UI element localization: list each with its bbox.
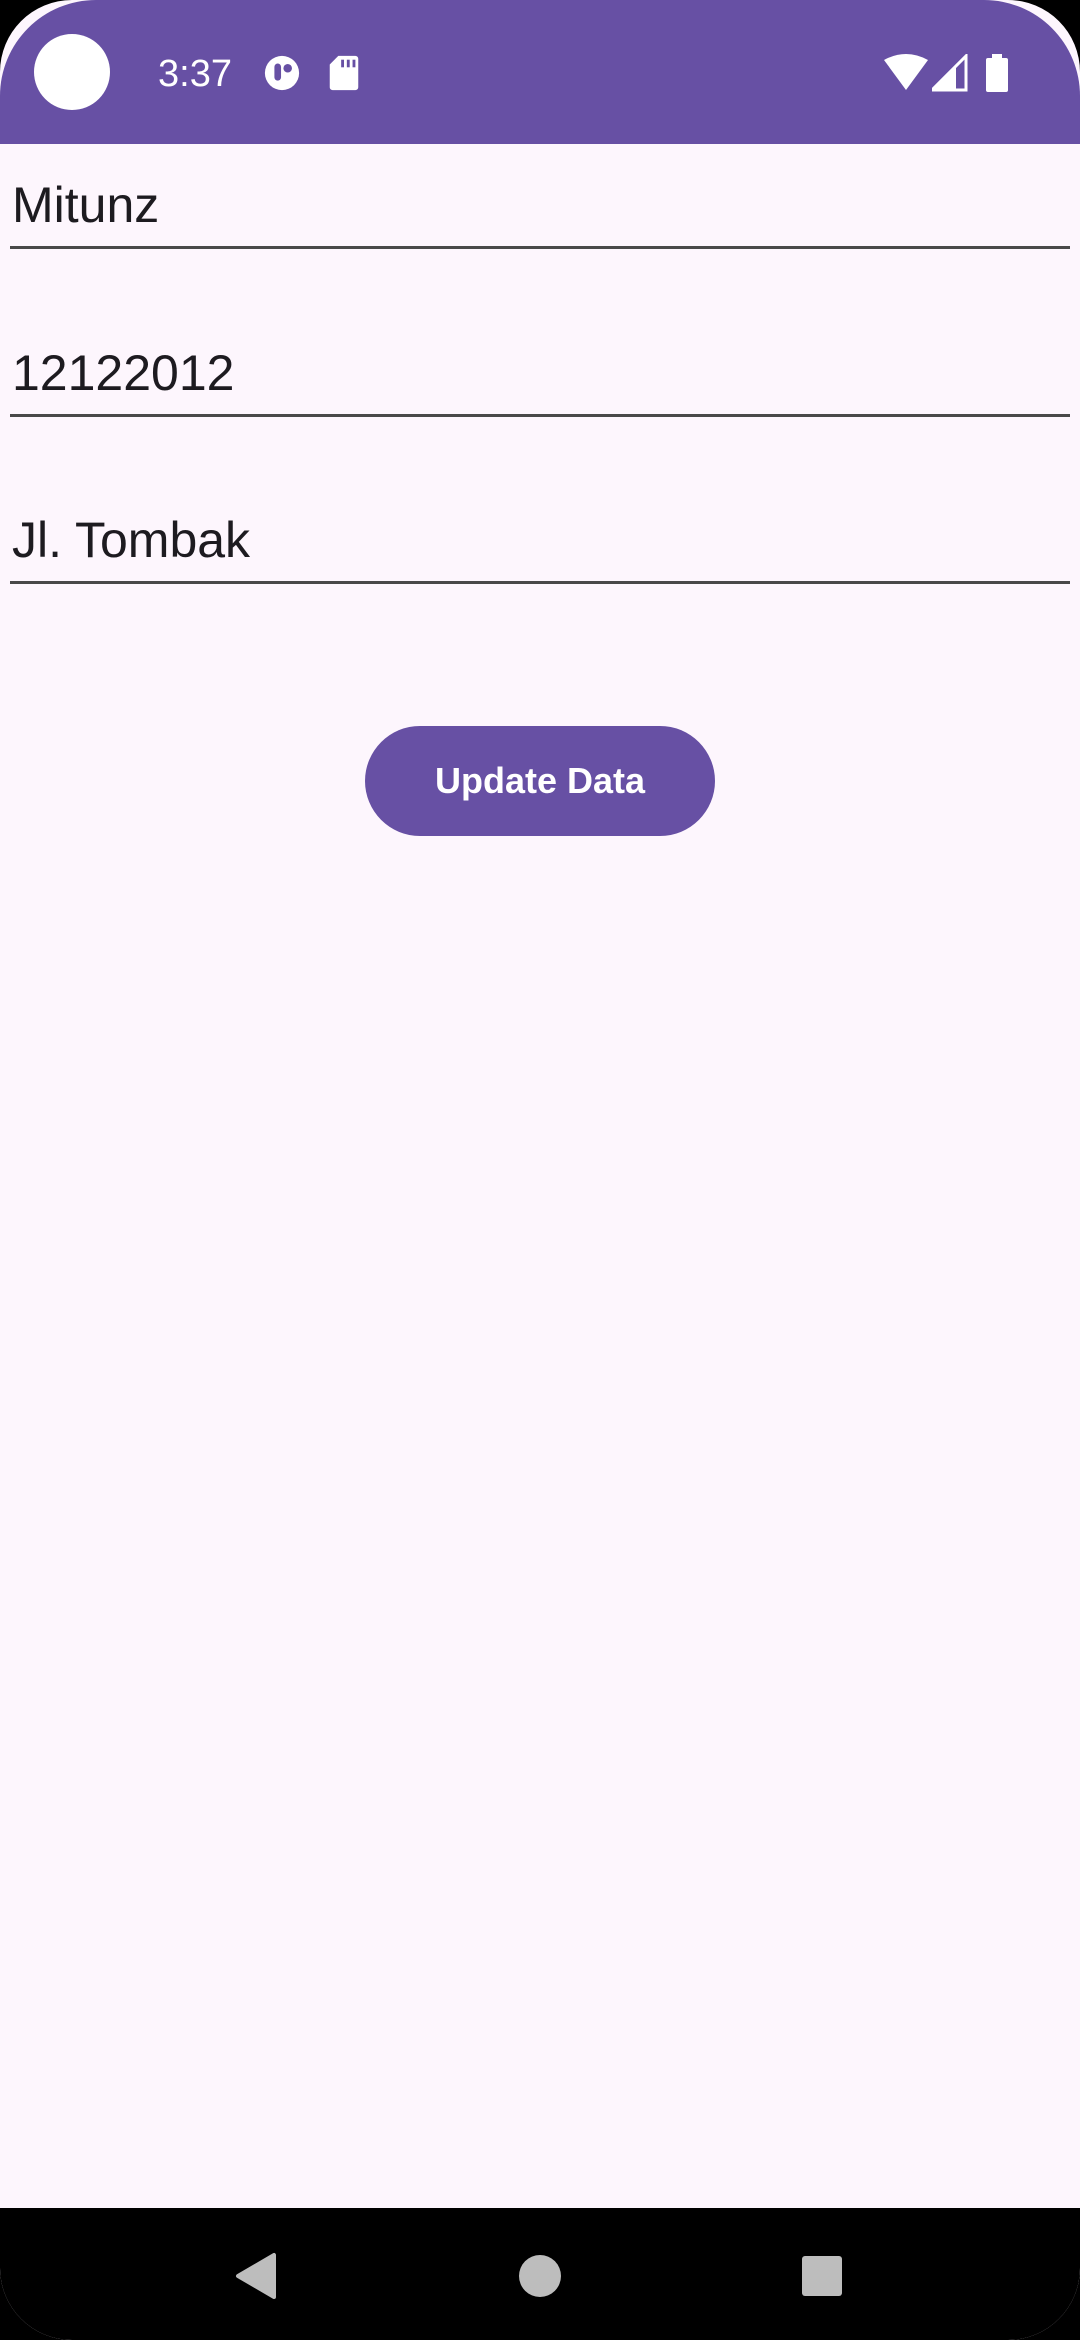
name-field <box>10 146 1070 249</box>
status-time: 3:37 <box>158 53 232 95</box>
signal-icon <box>932 54 968 92</box>
app-notification-icon <box>264 55 300 91</box>
status-bar: 3:37 <box>0 0 1080 144</box>
address-field <box>10 481 1070 584</box>
name-input[interactable] <box>12 172 1052 238</box>
home-button[interactable] <box>512 2248 568 2304</box>
app-screen: 3:37 Update Data <box>0 0 1080 2340</box>
number-field <box>10 314 1070 417</box>
number-input[interactable] <box>12 340 1052 406</box>
battery-icon <box>986 54 1008 92</box>
sd-card-icon <box>329 55 359 91</box>
camera-cutout <box>34 34 110 110</box>
update-data-button[interactable]: Update Data <box>365 726 715 836</box>
back-icon <box>236 2253 276 2299</box>
recents-icon <box>802 2256 842 2296</box>
wifi-icon <box>884 54 928 90</box>
home-icon <box>519 2255 561 2297</box>
back-button[interactable] <box>228 2248 284 2304</box>
recents-button[interactable] <box>794 2248 850 2304</box>
address-input[interactable] <box>12 507 1052 573</box>
navigation-bar <box>0 2208 1080 2340</box>
